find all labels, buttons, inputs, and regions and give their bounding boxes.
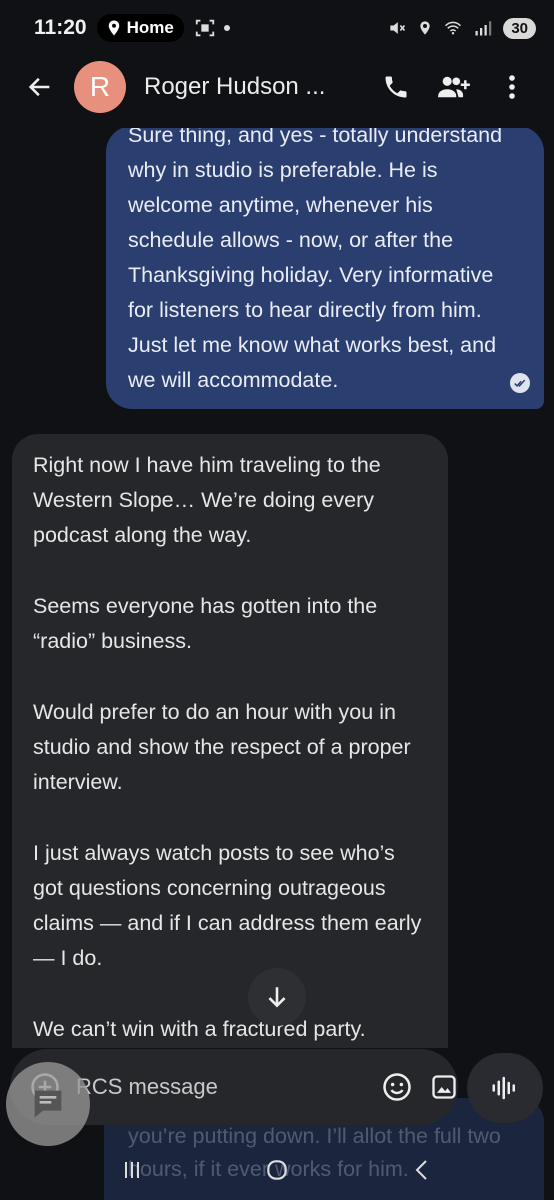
read-check-icon — [510, 373, 530, 393]
location-icon — [420, 21, 430, 35]
more-options-button[interactable] — [494, 69, 530, 105]
status-bar: 11:20 Home 30 — [0, 0, 554, 56]
system-navigation-bar — [0, 1140, 554, 1200]
location-label: Home — [126, 18, 174, 37]
arrow-down-icon — [268, 987, 286, 1008]
incoming-paragraph: Right now I have him traveling to the We… — [33, 453, 381, 547]
nav-back-button[interactable] — [392, 1145, 452, 1195]
recents-icon — [125, 1162, 140, 1178]
incoming-paragraph: Would prefer to do an hour with you in s… — [33, 700, 411, 794]
status-time: 11:20 — [34, 16, 87, 39]
incoming-paragraph: I just always watch posts to see who’s g… — [33, 841, 422, 970]
back-icon — [415, 1160, 427, 1180]
chat-bubble-icon — [34, 1090, 62, 1118]
home-button[interactable] — [247, 1145, 307, 1195]
notification-dot — [223, 25, 230, 31]
message-input[interactable] — [76, 1074, 364, 1100]
scroll-to-bottom-button[interactable] — [248, 968, 306, 1026]
add-people-button[interactable] — [436, 69, 472, 105]
contact-avatar[interactable]: R — [74, 61, 126, 113]
outgoing-message-text: Sure thing, and yes - totally understand… — [128, 128, 503, 392]
call-button[interactable] — [378, 69, 414, 105]
voice-wave-icon — [492, 1076, 515, 1100]
recents-button[interactable] — [102, 1145, 162, 1195]
emoji-icon — [383, 1073, 411, 1101]
battery-indicator: 30 — [503, 17, 536, 39]
contact-name[interactable]: Roger Hudson ... — [144, 73, 325, 101]
screenshot-icon — [195, 19, 214, 37]
incoming-message[interactable]: Right now I have him traveling to the We… — [12, 434, 448, 1048]
incoming-paragraph: We can’t win with a fractured party. — [33, 1017, 366, 1041]
signal-icon — [475, 21, 492, 36]
back-arrow-icon — [28, 77, 50, 97]
home-pin-icon — [108, 20, 119, 36]
floating-chat-head[interactable] — [6, 1062, 90, 1146]
message-list[interactable]: Sure thing, and yes - totally understand… — [0, 128, 554, 1048]
mute-icon — [390, 22, 406, 34]
back-button[interactable] — [16, 63, 64, 111]
more-vert-icon — [509, 75, 515, 99]
home-location-pill: Home — [96, 14, 184, 42]
home-icon — [267, 1160, 287, 1180]
conversation-header: R Roger Hudson ... — [0, 56, 554, 118]
outgoing-message[interactable]: Sure thing, and yes - totally understand… — [106, 128, 544, 409]
status-icons: 30 — [387, 17, 536, 39]
gallery-icon — [432, 1075, 456, 1099]
voice-message-button[interactable] — [467, 1053, 543, 1123]
wifi-icon — [445, 21, 462, 35]
phone-icon — [385, 76, 407, 98]
add-person-icon — [438, 76, 470, 98]
incoming-paragraph: Seems everyone has gotten into the “radi… — [33, 594, 378, 653]
gallery-button[interactable] — [430, 1067, 458, 1107]
emoji-button[interactable] — [382, 1067, 412, 1107]
